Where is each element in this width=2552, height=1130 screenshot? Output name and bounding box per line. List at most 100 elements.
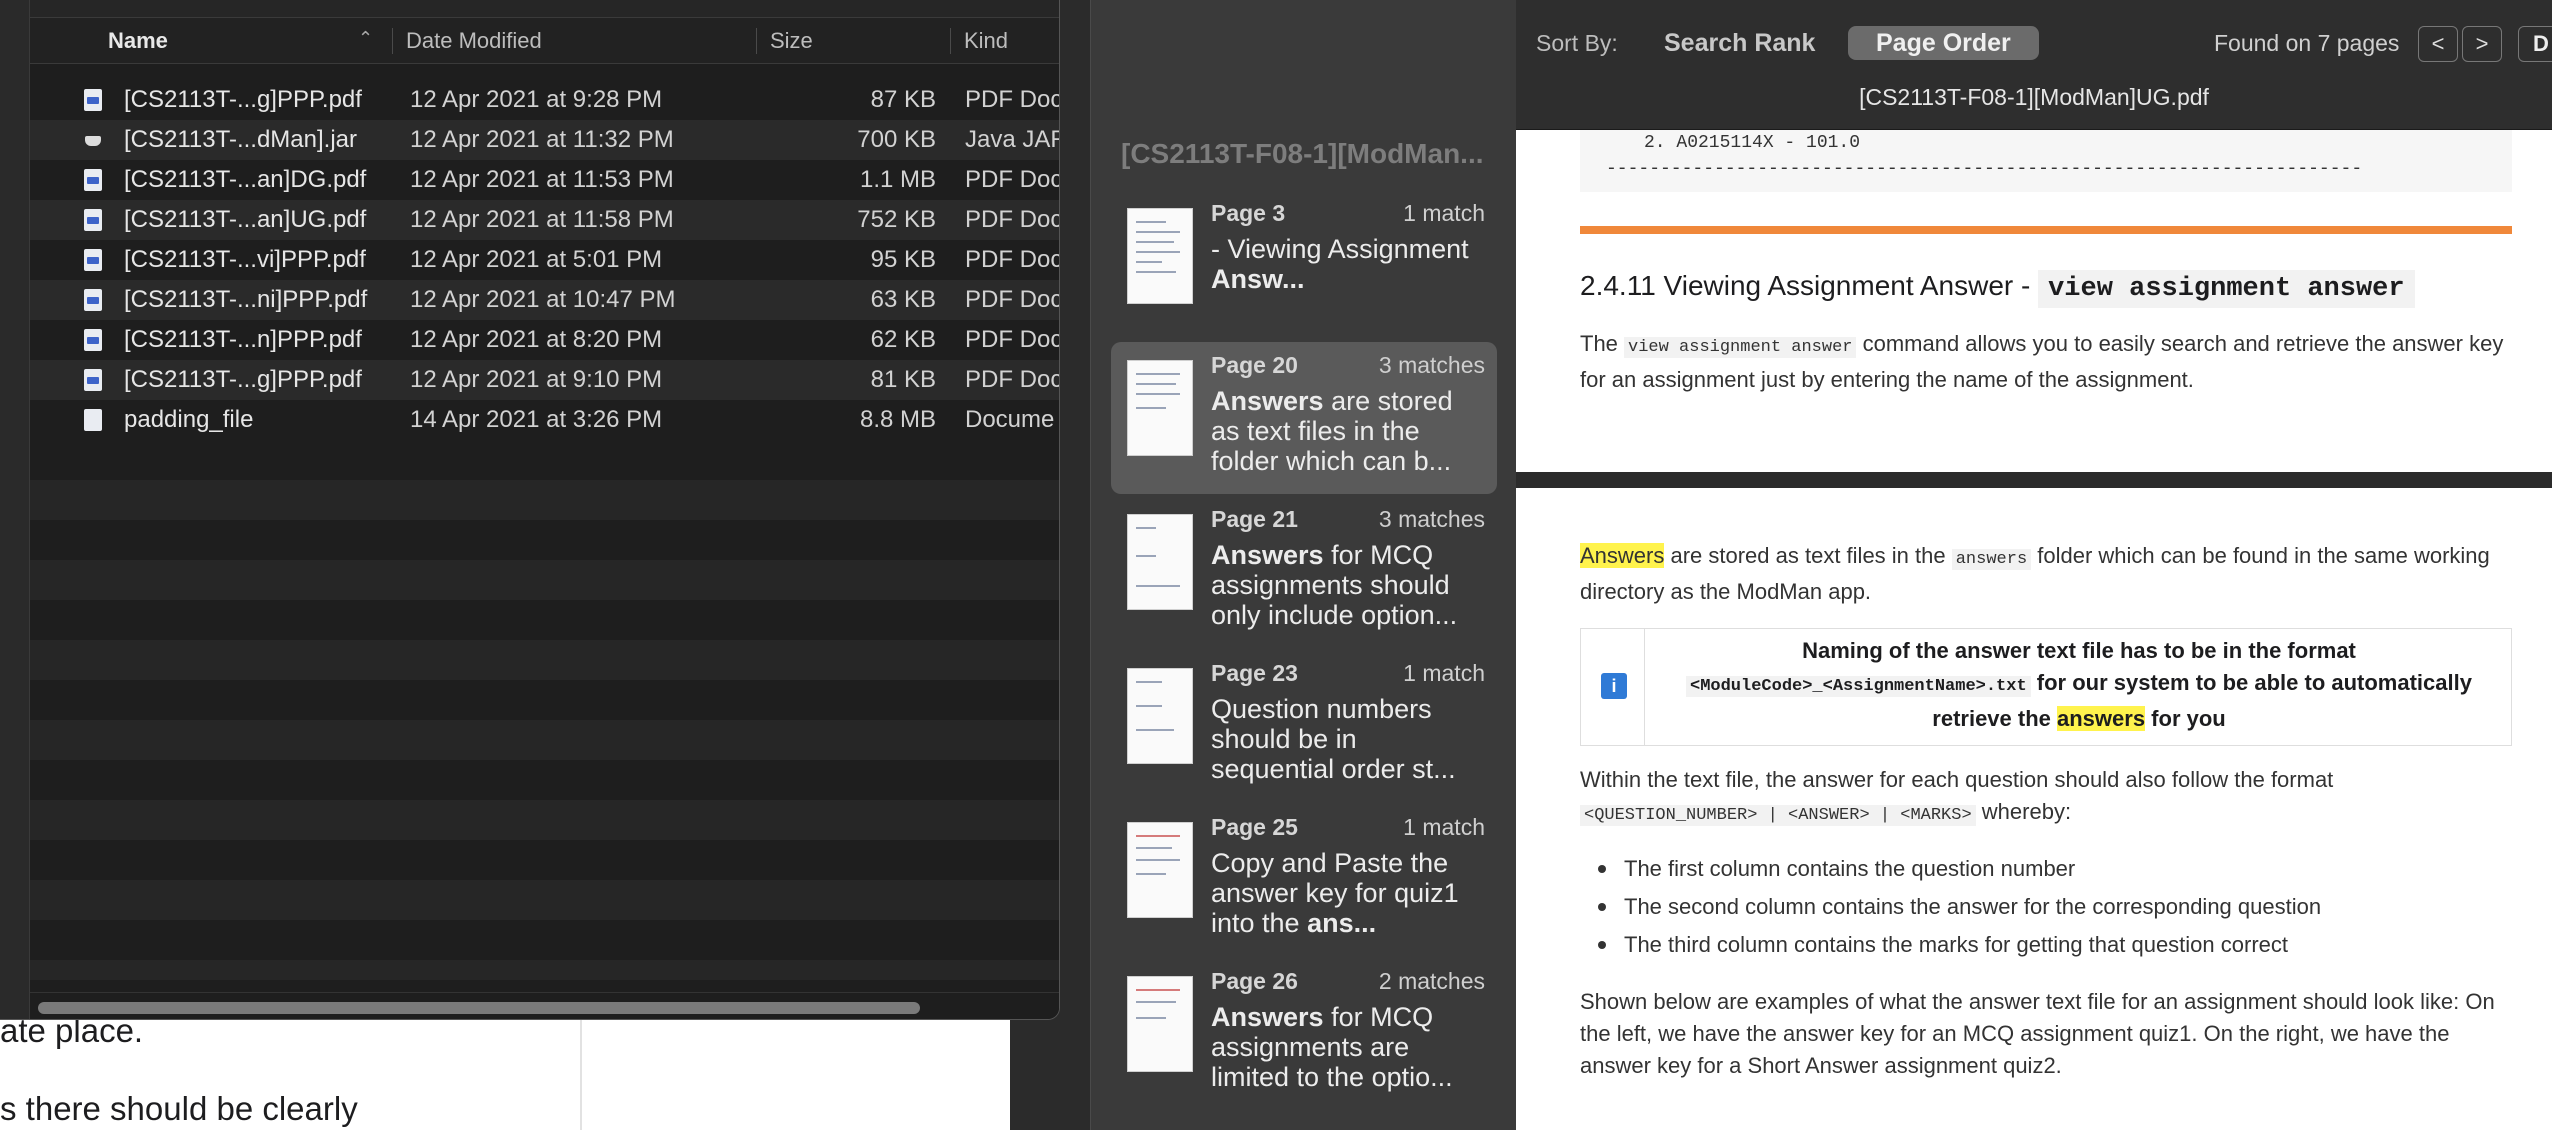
file-row[interactable]: [CS2113T-...an]DG.pdf 12 Apr 2021 at 11:…	[30, 160, 1060, 200]
page-thumbnail	[1127, 514, 1193, 610]
file-date: 12 Apr 2021 at 5:01 PM	[410, 246, 663, 273]
document-view: Sort By: Search Rank Page Order Found on…	[1516, 0, 2552, 1130]
note-text: Naming of the answer text file has to be…	[1645, 635, 2513, 735]
column-header: Name ⌃ Date Modified Size Kind	[30, 18, 1059, 64]
horizontal-scrollbar[interactable]	[30, 992, 1059, 1019]
column-header-date[interactable]: Date Modified	[392, 18, 542, 64]
previous-result-button[interactable]: <	[2418, 26, 2458, 62]
file-row[interactable]: [CS2113T-...g]PPP.pdf 12 Apr 2021 at 9:2…	[30, 80, 1060, 120]
file-date: 12 Apr 2021 at 11:58 PM	[410, 206, 674, 233]
file-kind: PDF Doc	[965, 166, 1060, 193]
file-row[interactable]: [CS2113T-...g]PPP.pdf 12 Apr 2021 at 9:1…	[30, 360, 1060, 400]
column-header-size[interactable]: Size	[756, 18, 813, 64]
file-row[interactable]: [CS2113T-...ni]PPP.pdf 12 Apr 2021 at 10…	[30, 280, 1060, 320]
done-button[interactable]: D	[2518, 26, 2552, 62]
file-name: [CS2113T-...n]PPP.pdf	[124, 326, 362, 353]
search-results-sidebar: [CS2113T-F08-1][ModMan... Page 3 1 match…	[1090, 0, 1516, 1130]
result-page-number: Page 23	[1211, 660, 1298, 686]
search-result[interactable]: Page 26 2 matches Answers for MCQ assign…	[1111, 958, 1497, 1110]
info-icon: i	[1601, 673, 1627, 699]
search-result[interactable]: Page 25 1 match Copy and Paste the answe…	[1111, 804, 1497, 956]
search-result-selected[interactable]: Page 20 3 matches Answers are stored as …	[1111, 342, 1497, 494]
sort-ascending-icon: ⌃	[358, 28, 374, 48]
pdf-page: 2. A0215114X - 101.0 --------------------…	[1516, 130, 2552, 470]
file-name: [CS2113T-...an]DG.pdf	[124, 166, 367, 193]
result-page-number: Page 3	[1211, 200, 1286, 226]
file-date: 12 Apr 2021 at 9:28 PM	[410, 86, 663, 113]
file-kind: PDF Doc	[965, 86, 1060, 113]
paragraph: The view assignment answer command allow…	[1580, 331, 2504, 392]
background-text-line: s there should be clearly	[0, 1090, 358, 1127]
search-result[interactable]: Page 3 1 match - Viewing Assignment Answ…	[1111, 190, 1497, 342]
paragraph: Within the text file, the answer for eac…	[1580, 767, 2334, 826]
divider	[580, 1010, 582, 1130]
file-kind: PDF Doc	[965, 286, 1060, 313]
file-name: [CS2113T-...vi]PPP.pdf	[124, 246, 366, 273]
file-kind: PDF Doc	[965, 206, 1060, 233]
file-row[interactable]: [CS2113T-...n]PPP.pdf 12 Apr 2021 at 8:2…	[30, 320, 1060, 360]
file-name: [CS2113T-...g]PPP.pdf	[124, 366, 362, 393]
file-size: 8.8 MB	[859, 406, 936, 433]
file-kind: PDF Doc	[965, 366, 1060, 393]
result-page-number: Page 20	[1211, 352, 1298, 378]
page-thumbnail	[1127, 822, 1193, 918]
result-page-number: Page 21	[1211, 506, 1298, 532]
file-size: 700 KB	[857, 126, 936, 153]
file-name: [CS2113T-...dMan].jar	[124, 126, 357, 153]
found-count: Found on 7 pages	[2214, 30, 2400, 56]
file-list: [CS2113T-...g]PPP.pdf 12 Apr 2021 at 9:2…	[30, 80, 1060, 440]
file-row[interactable]: padding_file 14 Apr 2021 at 3:26 PM 8.8 …	[30, 400, 1059, 440]
file-kind: PDF Doc	[965, 246, 1060, 273]
file-kind: Docume	[965, 406, 1055, 433]
file-kind: PDF Doc	[965, 326, 1060, 353]
sort-search-rank-button[interactable]: Search Rank	[1636, 26, 1843, 60]
pdf-file-icon	[84, 289, 102, 311]
search-result[interactable]: Page 21 3 matches Answers for MCQ assign…	[1111, 496, 1497, 648]
file-date: 14 Apr 2021 at 3:26 PM	[410, 406, 663, 433]
file-name: [CS2113T-...ni]PPP.pdf	[124, 286, 368, 313]
pdf-file-icon	[84, 369, 102, 391]
column-header-name[interactable]: Name	[108, 18, 168, 64]
next-result-button[interactable]: >	[2462, 26, 2502, 62]
finder-toolbar-edge	[30, 0, 1059, 18]
file-row[interactable]: [CS2113T-...dMan].jar 12 Apr 2021 at 11:…	[30, 120, 1059, 160]
result-snippet: Answers are stored as text files in the …	[1211, 386, 1453, 476]
pdf-file-icon	[84, 329, 102, 351]
file-size: 81 KB	[870, 366, 936, 393]
result-snippet: - Viewing Assignment Answ...	[1211, 234, 1469, 294]
page-thumbnail	[1127, 208, 1193, 304]
search-toolbar: Sort By: Search Rank Page Order Found on…	[1516, 0, 2552, 130]
file-row[interactable]: [CS2113T-...an]UG.pdf 12 Apr 2021 at 11:…	[30, 200, 1060, 240]
sort-page-order-button[interactable]: Page Order	[1848, 26, 2039, 60]
file-name: [CS2113T-...an]UG.pdf	[124, 206, 367, 233]
page-thumbnail	[1127, 360, 1193, 456]
section-divider	[1580, 226, 2512, 234]
file-size: 95 KB	[870, 246, 936, 273]
result-snippet: Answers for MCQ assignments should only …	[1211, 540, 1458, 630]
finder-sidebar	[0, 0, 30, 1019]
file-name: padding_file	[124, 406, 254, 433]
screen: ate place. s there should be clearly Nam…	[0, 0, 2552, 1130]
pdf-file-icon	[84, 169, 102, 191]
column-header-kind[interactable]: Kind	[950, 18, 1008, 64]
sort-by-label: Sort By:	[1536, 30, 1618, 56]
pdf-file-icon	[84, 249, 102, 271]
bullet-list: The first column contains the question n…	[1580, 850, 2512, 964]
search-result[interactable]: Page 23 1 match Question numbers should …	[1111, 650, 1497, 802]
result-snippet: Question numbers should be in sequential…	[1211, 694, 1456, 784]
code-block: 2. A0215114X - 101.0 --------------------…	[1580, 130, 2512, 192]
result-page-number: Page 25	[1211, 814, 1298, 840]
file-size: 87 KB	[870, 86, 936, 113]
page-separator	[1516, 472, 2552, 488]
result-match-count: 1 match	[1403, 200, 1485, 226]
file-row[interactable]: [CS2113T-...vi]PPP.pdf 12 Apr 2021 at 5:…	[30, 240, 1060, 280]
list-item: The first column contains the question n…	[1580, 850, 2512, 888]
scrollbar-thumb[interactable]	[38, 1002, 920, 1014]
section-heading: 2.4.11 Viewing Assignment Answer - view …	[1580, 270, 2415, 308]
file-name: [CS2113T-...g]PPP.pdf	[124, 86, 362, 113]
list-item: The third column contains the marks for …	[1580, 926, 2512, 964]
paragraph: Answers are stored as text files in the …	[1580, 543, 2490, 604]
file-date: 12 Apr 2021 at 11:53 PM	[410, 166, 674, 193]
pdf-file-icon	[84, 209, 102, 231]
empty-list-area	[30, 440, 1059, 980]
